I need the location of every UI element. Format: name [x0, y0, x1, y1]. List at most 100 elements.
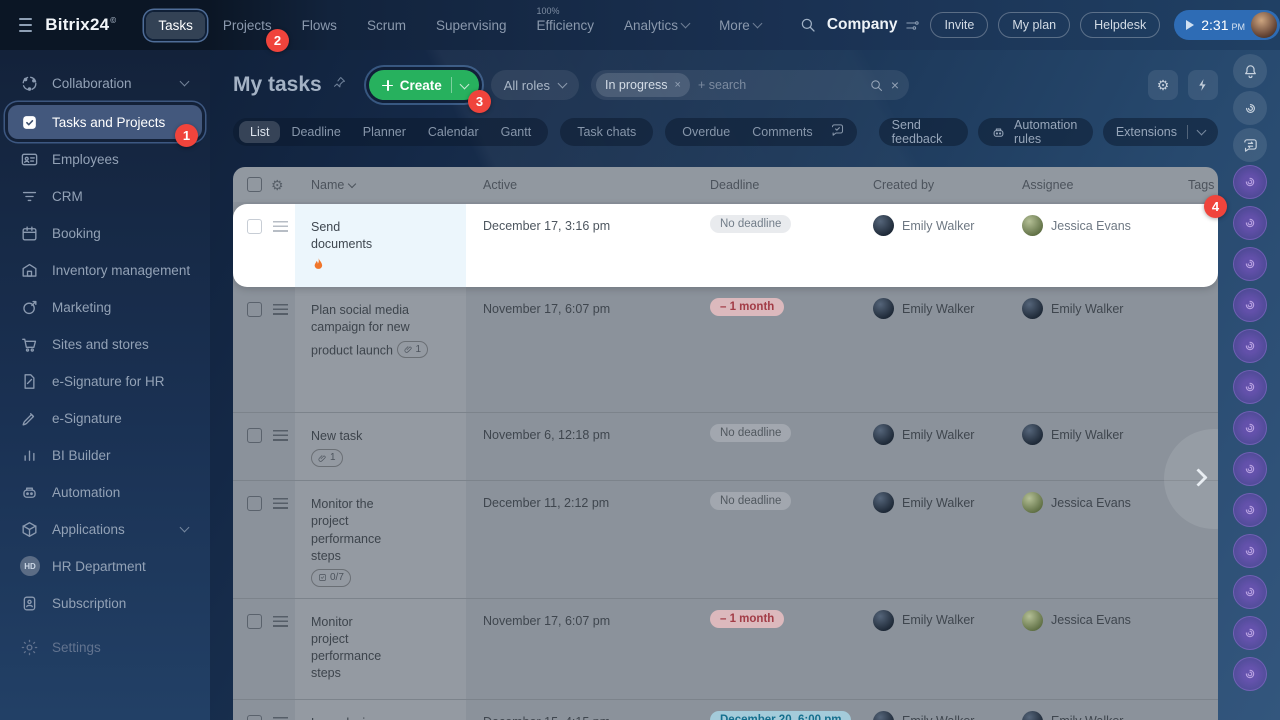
copilot-row-button[interactable] [1233, 493, 1267, 527]
task-row[interactable]: Monitor project performance steps Novemb… [233, 597, 1218, 699]
copilot-row-button[interactable] [1233, 165, 1267, 199]
drag-handle-icon[interactable] [273, 498, 288, 509]
row-checkbox[interactable] [247, 219, 262, 234]
view-tab-list[interactable]: List [239, 121, 281, 143]
sidebar-item-esignature[interactable]: e-Signature [8, 403, 202, 433]
sidebar-item-settings[interactable]: Settings [8, 632, 202, 662]
sidebar-item-inventory[interactable]: Inventory management [8, 255, 202, 285]
nav-tab-more[interactable]: More [707, 12, 773, 39]
pin-icon[interactable] [332, 75, 347, 95]
task-chats-button[interactable]: Task chats [560, 118, 654, 146]
nav-tab-supervising[interactable]: Supervising [424, 12, 519, 39]
drag-handle-icon[interactable] [273, 615, 288, 627]
assignee-cell[interactable]: Emily Walker [1005, 413, 1188, 445]
nav-tab-efficiency[interactable]: 100% Efficiency [525, 6, 607, 39]
row-checkbox[interactable] [247, 428, 262, 443]
column-header-deadline[interactable]: Deadline [693, 178, 860, 192]
nav-tab-flows[interactable]: Flows [290, 12, 349, 39]
copilot-row-button[interactable] [1233, 411, 1267, 445]
app-logo[interactable]: Bitrix24© [45, 15, 116, 35]
filter-comments[interactable]: Comments [741, 121, 823, 143]
notifications-button[interactable] [1233, 54, 1267, 88]
row-checkbox[interactable] [247, 714, 262, 720]
extensions-button[interactable]: Extensions [1102, 118, 1218, 146]
view-tab-deadline[interactable]: Deadline [280, 121, 351, 143]
grid-config-gear-icon[interactable]: ⚙ [271, 178, 295, 192]
grid-settings-button[interactable]: ⚙ [1148, 70, 1178, 100]
sidebar-item-automation[interactable]: Automation [8, 477, 202, 507]
automation-rules-button[interactable]: Automation rules [978, 118, 1093, 146]
select-all-checkbox[interactable] [247, 177, 262, 192]
filter-chip-in-progress[interactable]: In progress × [596, 73, 690, 97]
task-search-field[interactable]: In progress × + search × [591, 70, 909, 100]
sidebar-item-collaboration[interactable]: Collaboration [8, 68, 202, 98]
task-name-cell[interactable]: New task 1 [295, 413, 466, 480]
created-by-cell[interactable]: Emily Walker [860, 287, 1005, 319]
sidebar-item-crm[interactable]: CRM [8, 181, 202, 211]
nav-tab-analytics[interactable]: Analytics [612, 12, 701, 39]
copilot-row-button[interactable] [1233, 657, 1267, 691]
sidebar-item-subscription[interactable]: Subscription [8, 588, 202, 618]
search-icon[interactable] [869, 78, 884, 93]
deadline-badge[interactable]: No deadline [710, 424, 792, 442]
task-name-cell[interactable]: Monitor project performance steps [295, 598, 466, 699]
task-row[interactable]: Send documents December 17, 3:16 pm No d… [233, 204, 1218, 287]
task-row[interactable]: Monitor the project performance steps 0/… [233, 480, 1218, 598]
row-checkbox[interactable] [247, 613, 262, 629]
row-checkbox[interactable] [247, 496, 262, 511]
copilot-button[interactable] [1233, 91, 1267, 125]
invite-button[interactable]: Invite [930, 12, 989, 38]
assignee-cell[interactable]: Jessica Evans [1005, 481, 1188, 513]
task-row[interactable]: Logo design December 15, 4:15 pm Decembe… [233, 698, 1218, 720]
deadline-badge[interactable]: December 20, 6:00 pm [710, 710, 852, 720]
user-avatar[interactable] [1251, 12, 1277, 38]
remove-filter-icon[interactable]: × [675, 79, 681, 91]
drag-handle-icon[interactable] [273, 304, 288, 315]
task-name-cell[interactable]: Plan social media campaign for new produ… [295, 287, 466, 412]
task-name-cell[interactable]: Monitor the project performance steps 0/… [295, 481, 466, 598]
create-button[interactable]: Create [368, 70, 479, 100]
sidebar-item-bi-builder[interactable]: BI Builder [8, 440, 202, 470]
column-header-created-by[interactable]: Created by [860, 178, 1005, 192]
created-by-cell[interactable]: Emily Walker [860, 481, 1005, 513]
task-row[interactable]: Plan social media campaign for new produ… [233, 287, 1218, 412]
view-tab-planner[interactable]: Planner [352, 121, 417, 143]
roles-dropdown[interactable]: All roles [490, 70, 579, 100]
send-feedback-button[interactable]: Send feedback [878, 118, 969, 146]
row-checkbox[interactable] [247, 302, 262, 317]
sidebar-item-applications[interactable]: Applications [8, 514, 202, 544]
hamburger-menu-icon[interactable] [19, 18, 33, 32]
column-header-assignee[interactable]: Assignee [1005, 178, 1188, 192]
messenger-button[interactable] [1233, 128, 1267, 162]
assignee-cell[interactable]: Jessica Evans [1005, 599, 1188, 631]
work-timer[interactable]: 2:31 PM [1174, 10, 1280, 40]
assignee-cell[interactable]: Emily Walker [1005, 700, 1188, 720]
copilot-row-button[interactable] [1233, 247, 1267, 281]
copilot-row-button[interactable] [1233, 452, 1267, 486]
view-tab-calendar[interactable]: Calendar [417, 121, 490, 143]
sidebar-item-esignature-hr[interactable]: e-Signature for HR [8, 366, 202, 396]
search-icon[interactable] [799, 16, 817, 34]
helpdesk-button[interactable]: Helpdesk [1080, 12, 1161, 38]
sidebar-item-booking[interactable]: Booking [8, 218, 202, 248]
task-row[interactable]: New task 1 November 6, 12:18 pm No deadl… [233, 412, 1218, 480]
my-plan-button[interactable]: My plan [998, 12, 1071, 38]
filter-overdue[interactable]: Overdue [671, 121, 741, 143]
copilot-row-button[interactable] [1233, 370, 1267, 404]
deadline-badge[interactable]: No deadline [710, 215, 792, 233]
created-by-cell[interactable]: Emily Walker [860, 599, 1005, 631]
column-header-tags[interactable]: Tags [1188, 178, 1218, 192]
sidebar-item-employees[interactable]: Employees [8, 144, 202, 174]
deadline-badge[interactable]: No deadline [710, 492, 792, 510]
sidebar-item-marketing[interactable]: Marketing [8, 292, 202, 322]
copilot-row-button[interactable] [1233, 288, 1267, 322]
task-name-cell[interactable]: Send documents [295, 204, 466, 287]
column-header-name[interactable]: Name [295, 178, 466, 192]
deadline-badge[interactable]: – 1 month [710, 609, 785, 628]
drag-handle-icon[interactable] [273, 221, 288, 232]
nav-tab-tasks[interactable]: Tasks [146, 11, 205, 39]
sidebar-item-hr-department[interactable]: HD HR Department [8, 551, 202, 581]
assignee-cell[interactable]: Emily Walker [1005, 287, 1188, 319]
boost-button[interactable] [1188, 70, 1218, 100]
view-tab-gantt[interactable]: Gantt [490, 121, 543, 143]
